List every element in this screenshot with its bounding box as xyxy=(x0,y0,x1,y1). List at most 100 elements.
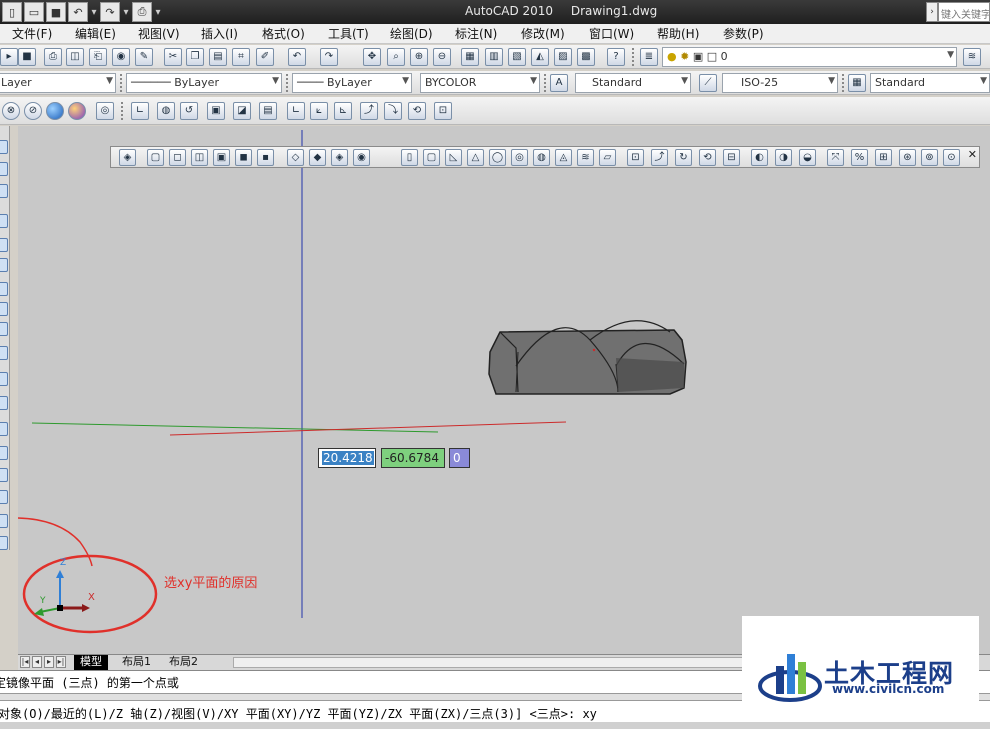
toolbar-grip[interactable] xyxy=(544,74,548,92)
2d-wireframe-icon[interactable]: ⊗ xyxy=(2,102,20,120)
etransmit-icon[interactable]: ✎ xyxy=(135,48,153,66)
loft-icon[interactable]: ⊟ xyxy=(723,149,740,166)
help-icon[interactable]: ? xyxy=(607,48,625,66)
search-arrow-icon[interactable]: › xyxy=(926,2,938,22)
toolbar-grip[interactable] xyxy=(121,102,125,120)
linetype-dropdown[interactable]: ────── ByLayer ▼ xyxy=(126,73,282,93)
box-right-icon[interactable]: ▣ xyxy=(213,149,230,166)
draw-tool-icon[interactable] xyxy=(0,346,8,360)
iso-sw-icon[interactable]: ◇ xyxy=(287,149,304,166)
box-top-icon[interactable]: ◻ xyxy=(169,149,186,166)
design-center-icon[interactable]: ▥ xyxy=(485,48,503,66)
planar-surface-icon[interactable]: ▱ xyxy=(599,149,616,166)
revolve-icon[interactable]: ⟲ xyxy=(699,149,716,166)
tab-model[interactable]: 模型 xyxy=(74,655,108,670)
3d-array-icon[interactable]: ⊛ xyxy=(899,149,916,166)
color-dropdown[interactable]: BYCOLOR ▼ xyxy=(420,73,540,93)
zoom-realtime-icon[interactable]: ⌕ xyxy=(387,48,405,66)
menu-item-8[interactable]: 修改(M) xyxy=(521,24,565,44)
save-icon[interactable]: ■ xyxy=(18,48,36,66)
first-tab-icon[interactable]: |◂ xyxy=(20,656,30,668)
draw-tool-icon[interactable] xyxy=(0,536,8,550)
ucs-view-icon[interactable]: ▤ xyxy=(259,102,277,120)
next-tab-icon[interactable]: ▸ xyxy=(44,656,54,668)
draw-tool-icon[interactable] xyxy=(0,214,8,228)
pyramid-icon[interactable]: ◬ xyxy=(555,149,572,166)
intersect-icon[interactable]: ◒ xyxy=(799,149,816,166)
toolbar-grip[interactable] xyxy=(286,74,290,92)
iso-nw-icon[interactable]: ◉ xyxy=(353,149,370,166)
menu-item-5[interactable]: 工具(T) xyxy=(328,24,369,44)
ucs-face-icon[interactable]: ▣ xyxy=(207,102,225,120)
3d-dwf-icon[interactable]: ◉ xyxy=(112,48,130,66)
flatten-icon[interactable]: ⊙ xyxy=(943,149,960,166)
box-back-icon[interactable]: ◼ xyxy=(235,149,252,166)
undo-dropdown-icon[interactable]: ▾ xyxy=(90,2,98,22)
command-input-line[interactable]: 对象(O)/最近的(L)/Z 轴(Z)/视图(V)/XY 平面(XY)/YZ 平… xyxy=(0,705,597,722)
dynamic-input-z[interactable]: 0 xyxy=(449,448,470,468)
visual-styles-manager-icon[interactable]: ◎ xyxy=(96,102,114,120)
section-icon[interactable]: ⊚ xyxy=(921,149,938,166)
dynamic-input-x[interactable]: 20.4218 xyxy=(318,448,376,468)
draw-tool-icon[interactable] xyxy=(0,468,8,482)
draw-tool-icon[interactable] xyxy=(0,302,8,316)
menu-item-11[interactable]: 参数(P) xyxy=(723,24,764,44)
match-properties-icon[interactable]: ⌗ xyxy=(232,48,250,66)
box-left-icon[interactable]: ◫ xyxy=(191,149,208,166)
markup-icon[interactable]: ▨ xyxy=(554,48,572,66)
block-editor-icon[interactable]: ✐ xyxy=(256,48,274,66)
draw-tool-icon[interactable] xyxy=(0,162,8,176)
text-style-dropdown[interactable]: Standard ▼ xyxy=(575,73,691,93)
publish-icon[interactable]: ⎗ xyxy=(89,48,107,66)
conceptual-style-icon[interactable] xyxy=(68,102,86,120)
ucs-x-rotate-icon[interactable]: ⤴ xyxy=(360,102,378,120)
print-icon[interactable]: ⎙ xyxy=(132,2,152,22)
menu-item-1[interactable]: 编辑(E) xyxy=(75,24,116,44)
new-file-icon[interactable]: ▯ xyxy=(2,2,22,22)
draw-tool-icon[interactable] xyxy=(0,514,8,528)
wedge-icon[interactable]: ◈ xyxy=(119,149,136,166)
dynamic-input-y[interactable]: -60.6784 xyxy=(381,448,445,468)
draw-tool-icon[interactable] xyxy=(0,422,8,436)
ucs-z-rotate-icon[interactable]: ⟲ xyxy=(408,102,426,120)
subtract-icon[interactable]: ◑ xyxy=(775,149,792,166)
ucs-previous-icon[interactable]: ↺ xyxy=(180,102,198,120)
calculator-icon[interactable]: ▩ xyxy=(577,48,595,66)
horizontal-scrollbar[interactable] xyxy=(233,657,753,668)
properties-icon[interactable]: ▦ xyxy=(461,48,479,66)
print-preview-icon[interactable]: ◫ xyxy=(66,48,84,66)
paste-icon[interactable]: ▤ xyxy=(209,48,227,66)
save-icon[interactable]: ■ xyxy=(46,2,66,22)
close-icon[interactable]: ✕ xyxy=(968,148,977,161)
menu-item-0[interactable]: 文件(F) xyxy=(12,24,52,44)
tool-palettes-icon[interactable]: ▧ xyxy=(508,48,526,66)
dimension-style-icon[interactable]: ⟋ xyxy=(699,74,717,92)
draw-tool-icon[interactable] xyxy=(0,238,8,252)
box-bottom-icon[interactable]: ▪ xyxy=(257,149,274,166)
menu-item-6[interactable]: 绘图(D) xyxy=(390,24,433,44)
previous-tab-icon[interactable]: ◂ xyxy=(32,656,42,668)
realistic-style-icon[interactable] xyxy=(46,102,64,120)
draw-tool-icon[interactable] xyxy=(0,282,8,296)
helix-icon[interactable]: ≋ xyxy=(577,149,594,166)
draw-tool-icon[interactable] xyxy=(0,322,8,336)
iso-se-icon[interactable]: ◆ xyxy=(309,149,326,166)
draw-tool-icon[interactable] xyxy=(0,396,8,410)
wedge-3d-icon[interactable]: ◺ xyxy=(445,149,462,166)
redo-dropdown-icon[interactable]: ▾ xyxy=(122,2,130,22)
3d-solid-object[interactable] xyxy=(488,320,687,395)
sheet-set-icon[interactable]: ◭ xyxy=(531,48,549,66)
cut-icon[interactable]: ✂ xyxy=(164,48,182,66)
tab-layout2[interactable]: 布局2 xyxy=(163,655,204,670)
3d-align-icon[interactable]: ⊞ xyxy=(875,149,892,166)
draw-tool-icon[interactable] xyxy=(0,372,8,386)
copy-icon[interactable]: ❐ xyxy=(186,48,204,66)
tab-layout1[interactable]: 布局1 xyxy=(116,655,157,670)
menu-item-3[interactable]: 插入(I) xyxy=(201,24,238,44)
hidden-style-icon[interactable]: ⊘ xyxy=(24,102,42,120)
menu-item-10[interactable]: 帮助(H) xyxy=(657,24,699,44)
ucs-icon[interactable]: ∟ xyxy=(131,102,149,120)
iso-ne-icon[interactable]: ◈ xyxy=(331,149,348,166)
ucs-object-icon[interactable]: ◪ xyxy=(233,102,251,120)
cone-icon[interactable]: △ xyxy=(467,149,484,166)
